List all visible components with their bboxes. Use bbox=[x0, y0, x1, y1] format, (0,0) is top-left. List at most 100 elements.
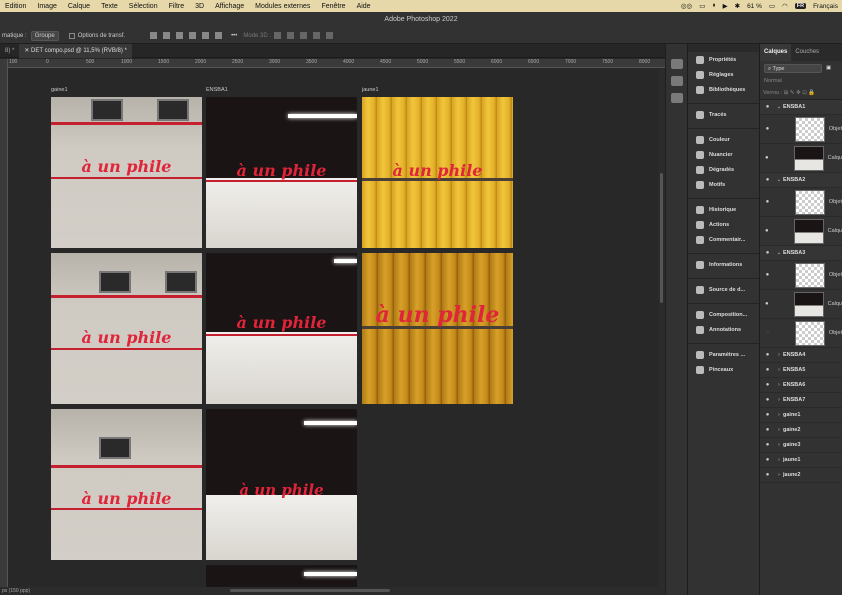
layer-row[interactable]: ○ Objet bbox=[760, 319, 842, 348]
visibility-eye-icon[interactable]: ● bbox=[763, 228, 771, 234]
align-middle-icon[interactable] bbox=[202, 32, 210, 39]
battery-icon[interactable]: ▭ bbox=[769, 2, 775, 10]
layer-group-ensba7[interactable]: ● › ENSBA7 bbox=[760, 393, 842, 408]
filter-image-icon[interactable]: ▣ bbox=[826, 65, 831, 71]
scroll-thumb[interactable] bbox=[660, 173, 663, 303]
horizontal-ruler[interactable]: 100 0 500 1000 1500 2000 2500 3000 3500 … bbox=[8, 59, 666, 68]
menu-selection[interactable]: Sélection bbox=[124, 3, 164, 10]
menu-image[interactable]: Image bbox=[32, 3, 62, 10]
chevron-right-icon[interactable]: › bbox=[775, 397, 783, 403]
artboard-jaune2[interactable]: à un phile bbox=[362, 253, 513, 404]
artboard-label-ensba1[interactable]: ENSBA1 bbox=[206, 87, 228, 93]
tab-layers[interactable]: Calques bbox=[760, 44, 792, 61]
blend-mode-dropdown[interactable]: Normal bbox=[760, 75, 842, 87]
chevron-right-icon[interactable]: › bbox=[775, 412, 783, 418]
chevron-right-icon[interactable]: › bbox=[775, 427, 783, 433]
menu-fenetre[interactable]: Fenêtre bbox=[316, 3, 351, 10]
layer-group-jaune2[interactable]: ● › jaune2 bbox=[760, 468, 842, 483]
visibility-eye-icon[interactable]: ● bbox=[763, 104, 772, 110]
visibility-eye-icon[interactable]: ● bbox=[763, 397, 772, 403]
artboard-label-jaune1[interactable]: jaune1 bbox=[362, 87, 379, 93]
panel-data-source[interactable]: Source de d... bbox=[688, 282, 759, 297]
transform-controls-checkbox[interactable] bbox=[68, 32, 75, 39]
artboard-label-gaine1[interactable]: gaine1 bbox=[51, 87, 68, 93]
layer-group-ensba5[interactable]: ● › ENSBA5 bbox=[760, 363, 842, 378]
panel-info[interactable]: Informations bbox=[688, 257, 759, 272]
visibility-eye-icon[interactable]: ● bbox=[763, 250, 772, 256]
chevron-right-icon[interactable]: › bbox=[775, 442, 783, 448]
pause-icon[interactable]: ⏸ bbox=[712, 2, 715, 10]
chevron-down-icon[interactable]: ⌄ bbox=[775, 177, 783, 183]
visibility-eye-icon[interactable]: ● bbox=[763, 126, 772, 132]
align-top-icon[interactable] bbox=[189, 32, 197, 39]
browser-icon[interactable]: ▭ bbox=[699, 2, 705, 10]
chevron-down-icon[interactable]: ⌄ bbox=[775, 104, 783, 110]
artboard-gaine3[interactable]: à un phile bbox=[51, 409, 202, 560]
visibility-eye-icon[interactable]: ● bbox=[763, 427, 772, 433]
visibility-eye-icon[interactable]: ● bbox=[763, 367, 772, 373]
visibility-eye-icon[interactable]: ○ bbox=[763, 330, 772, 336]
layer-row[interactable]: ● Objet bbox=[760, 188, 842, 217]
artboard-ensba4[interactable] bbox=[206, 565, 357, 587]
panel-patterns[interactable]: Motifs bbox=[688, 177, 759, 192]
input-language-badge[interactable]: FR bbox=[794, 3, 807, 9]
visibility-eye-icon[interactable]: ● bbox=[763, 412, 772, 418]
layer-group-ensba3[interactable]: ● ⌄ ENSBA3 bbox=[760, 246, 842, 261]
vertical-ruler[interactable] bbox=[0, 59, 8, 587]
layer-group-jaune1[interactable]: ● › jaune1 bbox=[760, 453, 842, 468]
menu-filtre[interactable]: Filtre bbox=[164, 3, 191, 10]
visibility-eye-icon[interactable]: ● bbox=[763, 352, 772, 358]
menu-texte[interactable]: Texte bbox=[96, 3, 124, 10]
visibility-eye-icon[interactable]: ● bbox=[763, 199, 772, 205]
layer-row[interactable]: ● Objet bbox=[760, 261, 842, 290]
panel-brush-settings[interactable]: Paramètres ... bbox=[688, 347, 759, 362]
artboard-ensba1[interactable]: à un phile bbox=[206, 97, 357, 248]
layer-group-ensba1[interactable]: ● ⌄ ENSBA1 bbox=[760, 100, 842, 115]
panel-comments[interactable]: Commentair... bbox=[688, 232, 759, 247]
menu-affichage[interactable]: Affichage bbox=[210, 3, 250, 10]
tab-previous-document[interactable]: 8) * bbox=[0, 44, 19, 58]
panel-properties[interactable]: Propriétés bbox=[688, 52, 759, 67]
play-icon[interactable]: ▶ bbox=[723, 2, 728, 10]
input-language-label[interactable]: Français bbox=[813, 3, 838, 10]
camera-3d-icon[interactable] bbox=[326, 32, 334, 39]
chevron-right-icon[interactable]: › bbox=[775, 457, 783, 463]
artboard-ensba2[interactable]: à un phile bbox=[206, 253, 357, 404]
layer-row[interactable]: ● Calqu bbox=[760, 217, 842, 246]
layer-group-ensba4[interactable]: ● › ENSBA4 bbox=[760, 348, 842, 363]
horizontal-scroll-thumb[interactable] bbox=[230, 589, 390, 592]
panel-layer-comps[interactable]: Composition... bbox=[688, 307, 759, 322]
layer-filter-dropdown[interactable]: ⌕ Type bbox=[764, 63, 822, 73]
vertical-scrollbar[interactable] bbox=[658, 69, 665, 587]
panel-history[interactable]: Historique bbox=[688, 202, 759, 217]
visibility-eye-icon[interactable]: ● bbox=[763, 472, 772, 478]
panel-swatches[interactable]: Nuancier bbox=[688, 147, 759, 162]
tab-active-document[interactable]: ✕ DET compo.psd @ 11,5% (RVB/8) * bbox=[19, 44, 132, 58]
auto-select-dropdown[interactable]: Groupe bbox=[30, 30, 59, 41]
visibility-eye-icon[interactable]: ● bbox=[763, 382, 772, 388]
layer-group-gaine3[interactable]: ● › gaine3 bbox=[760, 438, 842, 453]
chevron-right-icon[interactable]: › bbox=[775, 367, 783, 373]
panel-notes[interactable]: Annotations bbox=[688, 322, 759, 337]
more-options-icon[interactable]: ••• bbox=[231, 33, 237, 39]
brush-settings-icon[interactable] bbox=[670, 59, 683, 69]
visibility-eye-icon[interactable]: ● bbox=[763, 177, 772, 183]
bluetooth-icon[interactable]: ✱ bbox=[735, 2, 740, 10]
tab-channels[interactable]: Couches bbox=[791, 44, 823, 61]
layer-row[interactable]: ● Calqu bbox=[760, 144, 842, 173]
menu-modules-externes[interactable]: Modules externes bbox=[250, 3, 316, 10]
layer-group-ensba2[interactable]: ● ⌄ ENSBA2 bbox=[760, 173, 842, 188]
roll-3d-icon[interactable] bbox=[287, 32, 295, 39]
chevron-down-icon[interactable]: ⌄ bbox=[775, 250, 783, 256]
character-icon[interactable] bbox=[670, 93, 683, 103]
panel-libraries[interactable]: Bibliothèques bbox=[688, 82, 759, 97]
wifi-icon[interactable]: ◠ bbox=[782, 2, 788, 10]
panel-adjustments[interactable]: Réglages bbox=[688, 67, 759, 82]
visibility-eye-icon[interactable]: ● bbox=[763, 457, 772, 463]
align-left-icon[interactable] bbox=[150, 32, 158, 39]
visibility-eye-icon[interactable]: ● bbox=[763, 155, 771, 161]
artboard-gaine2[interactable]: à un phile bbox=[51, 253, 202, 404]
layer-row[interactable]: ● Objet bbox=[760, 115, 842, 144]
panel-color[interactable]: Couleur bbox=[688, 132, 759, 147]
panel-brushes[interactable]: Pinceaux bbox=[688, 362, 759, 377]
